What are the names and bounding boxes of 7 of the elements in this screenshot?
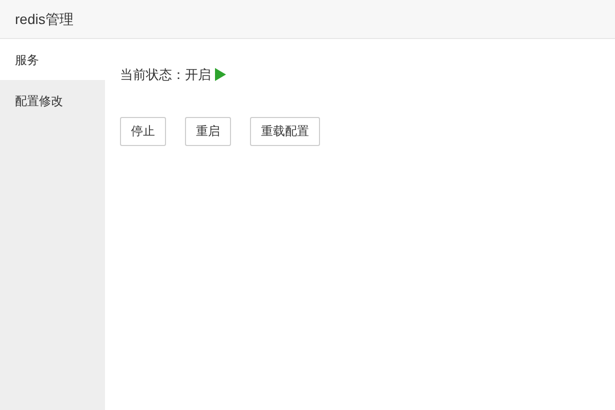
- sidebar-item[interactable]: 服务: [0, 39, 105, 80]
- action-button[interactable]: 重启: [185, 116, 231, 146]
- sidebar-item[interactable]: 配置修改: [0, 80, 105, 121]
- window-title: redis管理: [15, 10, 74, 28]
- status-text: 当前状态：开启: [120, 66, 211, 84]
- action-button[interactable]: 停止: [120, 116, 166, 146]
- action-button[interactable]: 重载配置: [250, 116, 320, 146]
